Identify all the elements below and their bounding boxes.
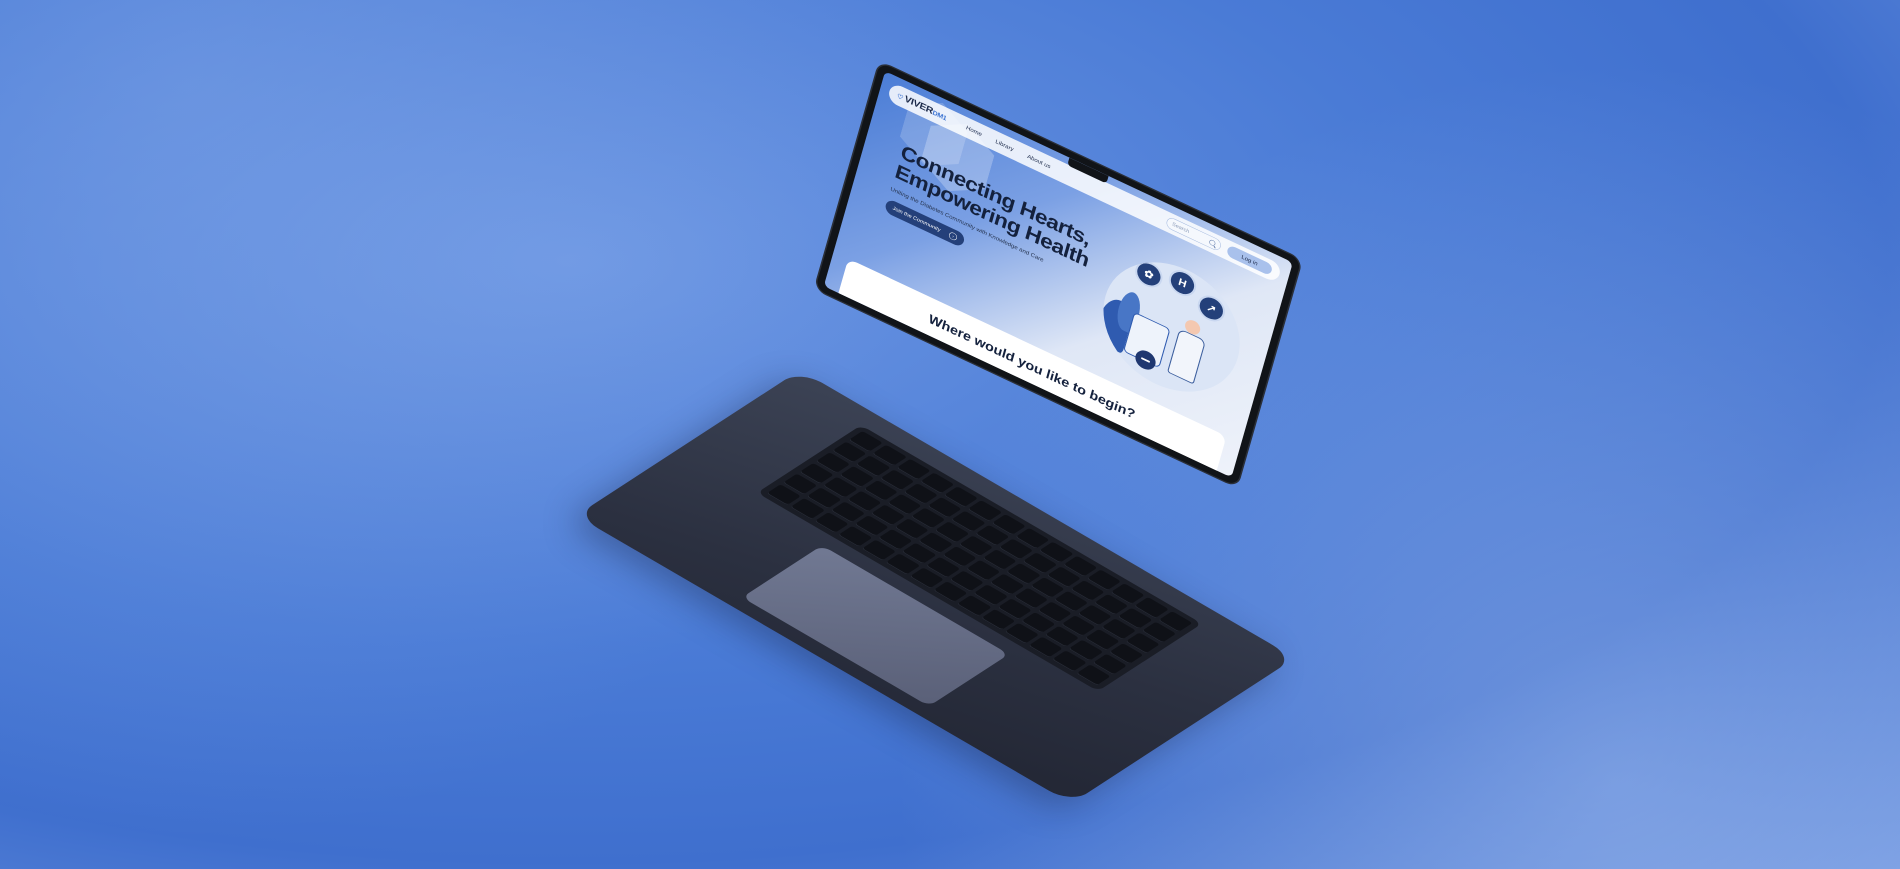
website-viewport: ♡ VIVER DM1 Home Library About us Search… (823, 71, 1293, 478)
medical-badge-icon: ↗ (1194, 290, 1228, 327)
doctor-figure (1167, 328, 1207, 385)
search-icon[interactable] (1208, 238, 1217, 247)
medical-badge-icon: H (1166, 265, 1199, 301)
arrow-right-icon: › (948, 231, 958, 242)
search-placeholder: Search (1171, 221, 1190, 235)
medical-badge-icon: ✿ (1132, 256, 1166, 292)
laptop: ♡ VIVER DM1 Home Library About us Search… (0, 0, 1900, 869)
nav-link-library[interactable]: Library (995, 138, 1015, 152)
nav-link-about[interactable]: About us (1026, 153, 1051, 170)
login-button[interactable]: Log in (1225, 244, 1274, 277)
logo-suffix: DM1 (931, 108, 948, 122)
nav-link-home[interactable]: Home (965, 124, 982, 137)
